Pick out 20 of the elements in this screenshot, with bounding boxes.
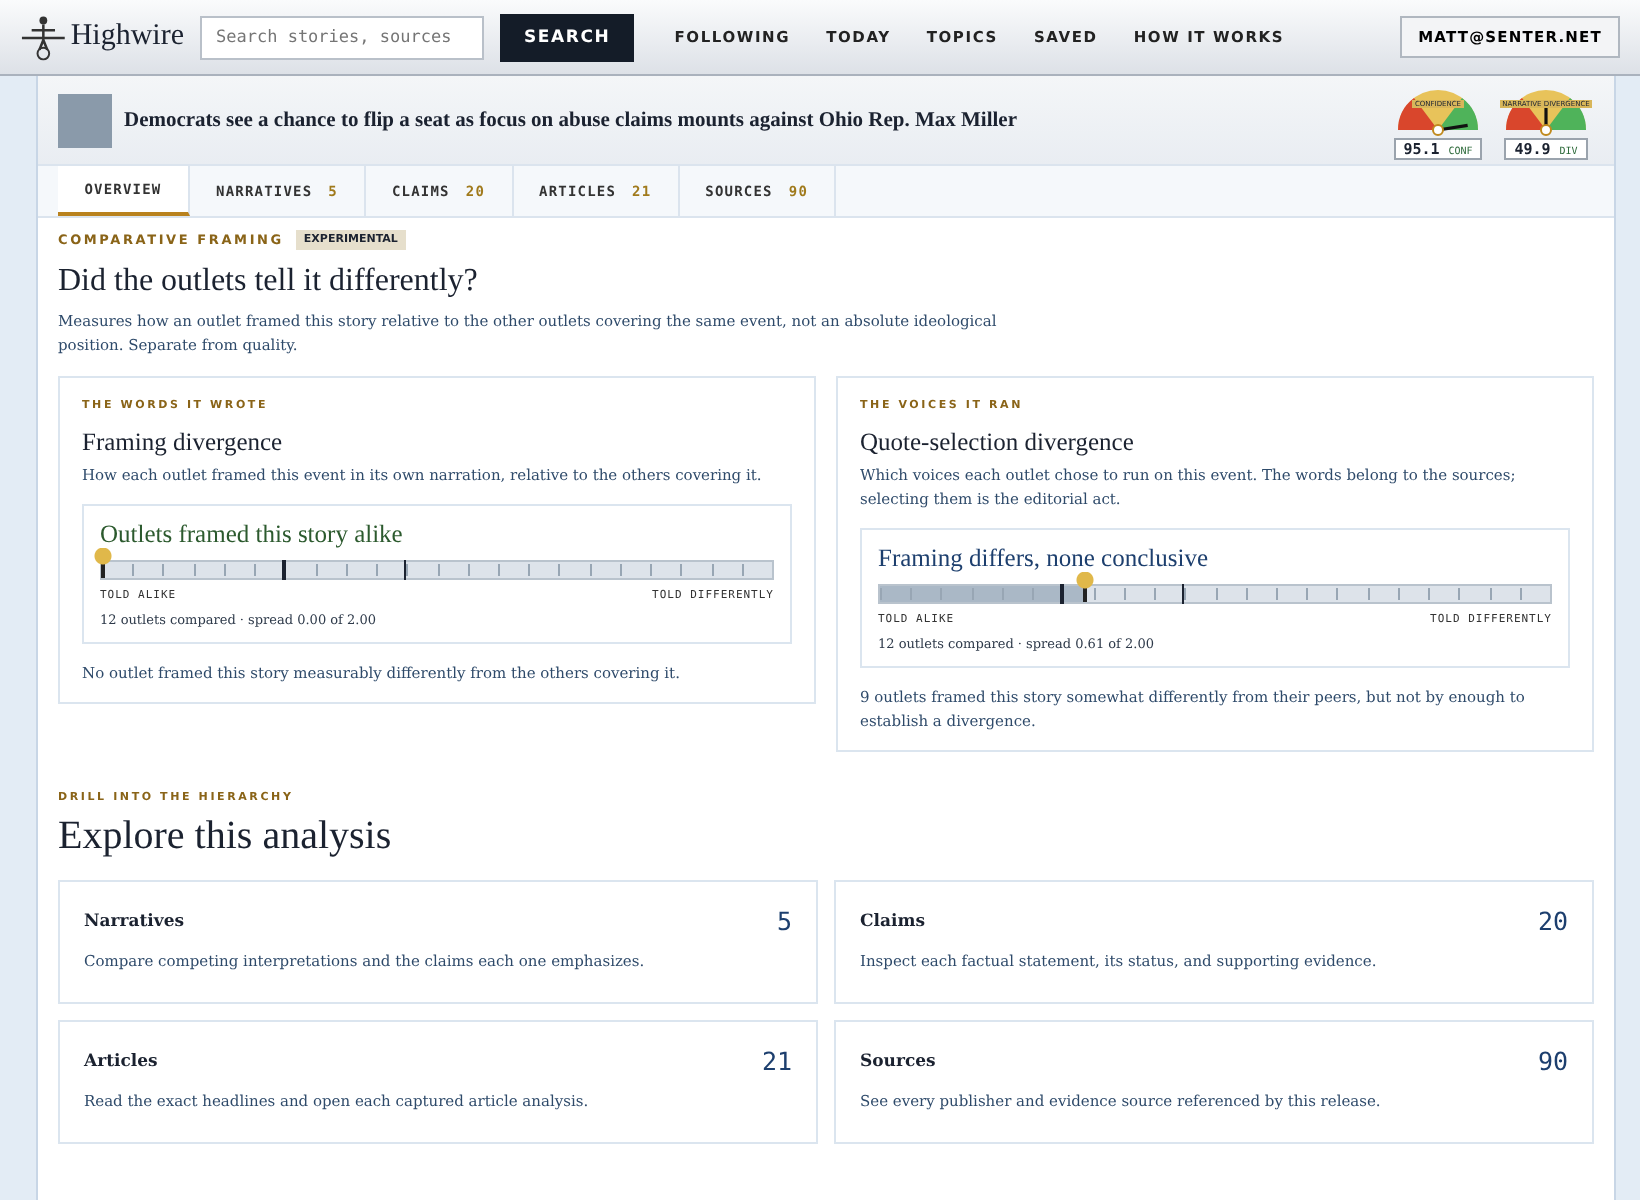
- verdict-text: Outlets framed this story alike: [100, 520, 405, 551]
- card-title: Sources: [860, 1051, 936, 1072]
- verdict-text: Framing differs, none conclusive: [878, 544, 1211, 575]
- card-title: Articles: [84, 1051, 158, 1072]
- panel-title: Quote-selection divergence: [860, 428, 1136, 459]
- card-count: 20: [1537, 906, 1568, 937]
- card-count: 5: [776, 906, 792, 937]
- card-title: Claims: [860, 911, 926, 932]
- search-button[interactable]: SEARCH: [500, 13, 635, 61]
- card-count: 90: [1537, 1046, 1568, 1077]
- story-title: Democrats see a chance to flip a seat as focus on abuse claims mounts against Ohio Rep. Max Miller: [124, 109, 1020, 131]
- panel-title: Framing divergence: [82, 428, 285, 459]
- section-title: Explore this analysis: [58, 814, 394, 861]
- search-field[interactable]: Search stories, sources: [200, 15, 484, 59]
- photo-placeholder: [58, 93, 112, 147]
- tightrope-walker-icon: [20, 13, 67, 61]
- card-count: 21: [761, 1046, 792, 1077]
- card-title: Narratives: [84, 911, 185, 932]
- brand-name[interactable]: Highwire: [70, 20, 184, 54]
- section-title: Did the outlets tell it differently?: [58, 264, 480, 300]
